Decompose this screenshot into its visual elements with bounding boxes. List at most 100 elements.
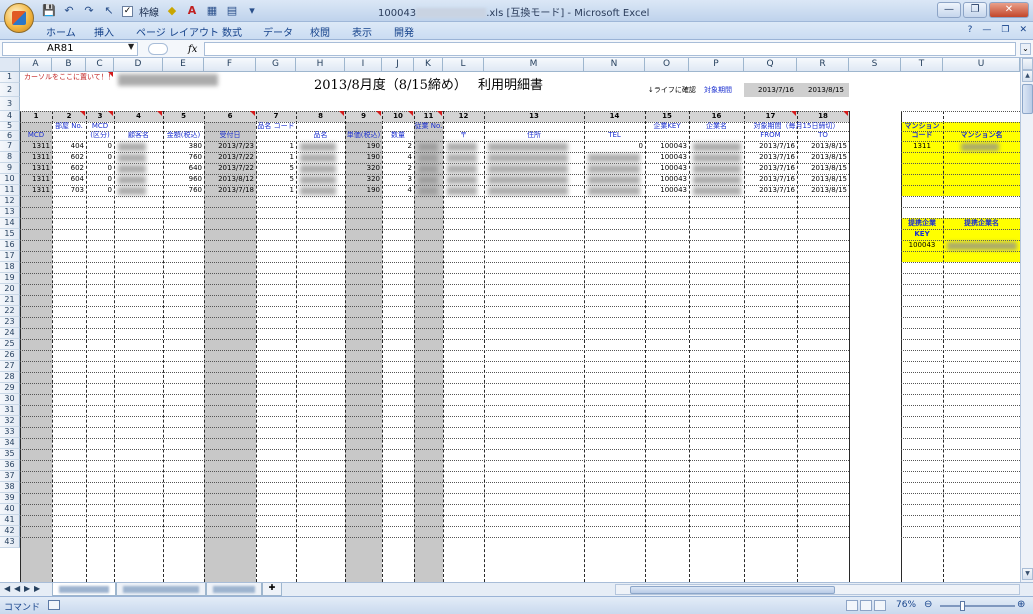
cell-date-10[interactable]: 2013/8/12 (204, 175, 254, 184)
cell-code-7[interactable]: 1 (256, 142, 294, 151)
row-header-23[interactable]: 23 (0, 317, 20, 328)
name-box-dropdown-icon[interactable]: ▼ (128, 42, 134, 51)
pointer-icon[interactable]: ↖ (102, 4, 116, 18)
zoom-slider[interactable] (940, 605, 1015, 607)
cell-mcd-9[interactable]: 1311 (20, 164, 50, 173)
tab-data[interactable]: データ (263, 24, 293, 39)
tab-page-layout[interactable]: ページ レイアウト (136, 24, 219, 39)
scroll-down-icon[interactable]: ▼ (1022, 568, 1033, 580)
cell-unit-8[interactable]: 190 (345, 153, 380, 162)
column-header-f[interactable]: F (204, 58, 256, 72)
row-header-42[interactable]: 42 (0, 526, 20, 537)
row-header-7[interactable]: 7 (0, 141, 20, 152)
column-header-p[interactable]: P (689, 58, 744, 72)
workbook-close-button[interactable]: ✕ (1019, 25, 1027, 35)
cell-mcd2-9[interactable]: 0 (86, 164, 112, 173)
zoom-out-icon[interactable]: ⊖ (924, 599, 932, 610)
first-sheet-icon[interactable]: ◀ (4, 584, 10, 593)
row-header-16[interactable]: 16 (0, 240, 20, 251)
row-header-19[interactable]: 19 (0, 273, 20, 284)
row-header-17[interactable]: 17 (0, 251, 20, 262)
select-all-corner[interactable] (0, 58, 20, 72)
formula-input[interactable] (204, 42, 1016, 56)
prev-sheet-icon[interactable]: ◀ (14, 584, 20, 593)
split-box-icon[interactable] (1022, 58, 1033, 70)
cell-to-8[interactable]: 2013/8/15 (797, 153, 847, 162)
cell-unit-9[interactable]: 320 (345, 164, 380, 173)
sheet-tab-3[interactable] (206, 583, 262, 596)
column-header-o[interactable]: O (645, 58, 689, 72)
cell-qty-7[interactable]: 2 (382, 142, 412, 151)
column-header-b[interactable]: B (52, 58, 86, 72)
zoom-slider-knob[interactable] (960, 601, 965, 611)
row-header-28[interactable]: 28 (0, 372, 20, 383)
cell-to-7[interactable]: 2013/8/15 (797, 142, 847, 151)
customize-qat-icon[interactable]: ▾ (245, 4, 259, 18)
row-header-39[interactable]: 39 (0, 493, 20, 504)
column-header-u[interactable]: U (943, 58, 1020, 72)
page-layout-view-button[interactable] (860, 600, 872, 611)
column-header-m[interactable]: M (484, 58, 584, 72)
row-header-30[interactable]: 30 (0, 394, 20, 405)
cell-mcd2-8[interactable]: 0 (86, 153, 112, 162)
row-header-32[interactable]: 32 (0, 416, 20, 427)
row-header-8[interactable]: 8 (0, 152, 20, 163)
column-header-j[interactable]: J (382, 58, 414, 72)
cell-unit-7[interactable]: 190 (345, 142, 380, 151)
workbook-minimize-button[interactable]: — (982, 25, 991, 35)
tab-review[interactable]: 校閲 (310, 24, 330, 39)
formula-zoom-icon[interactable] (148, 43, 168, 55)
cell-room-10[interactable]: 604 (52, 175, 84, 184)
column-header-c[interactable]: C (86, 58, 114, 72)
column-header-k[interactable]: K (414, 58, 443, 72)
insert-function-icon[interactable]: fx (188, 44, 197, 55)
column-header-i[interactable]: I (345, 58, 382, 72)
cell-date-11[interactable]: 2013/7/18 (204, 186, 254, 195)
row-header-31[interactable]: 31 (0, 405, 20, 416)
column-header-l[interactable]: L (443, 58, 484, 72)
cell-key-9[interactable]: 100043 (645, 164, 687, 173)
row-header-12[interactable]: 12 (0, 196, 20, 207)
row-header-2[interactable]: 2 (0, 83, 20, 97)
row-header-33[interactable]: 33 (0, 427, 20, 438)
cell-key-11[interactable]: 100043 (645, 186, 687, 195)
cell-room-8[interactable]: 602 (52, 153, 84, 162)
column-header-g[interactable]: G (256, 58, 296, 72)
horizontal-scrollbar[interactable] (615, 584, 1020, 595)
column-header-e[interactable]: E (163, 58, 204, 72)
cell-amount-11[interactable]: 760 (163, 186, 202, 195)
scroll-up-icon[interactable]: ▲ (1022, 70, 1033, 82)
save-icon[interactable]: 💾 (42, 4, 56, 18)
cell-date-7[interactable]: 2013/7/23 (204, 142, 254, 151)
cell-key-8[interactable]: 100043 (645, 153, 687, 162)
cell-unit-11[interactable]: 190 (345, 186, 380, 195)
tab-formulas[interactable]: 数式 (222, 24, 242, 39)
row-header-24[interactable]: 24 (0, 328, 20, 339)
row-header-6[interactable]: 6 (0, 131, 20, 141)
name-box[interactable]: AR81 (2, 42, 138, 56)
row-header-35[interactable]: 35 (0, 449, 20, 460)
borders-icon[interactable]: ▦ (205, 4, 219, 18)
font-color-icon[interactable]: A (185, 4, 199, 18)
cell-key-7[interactable]: 100043 (645, 142, 687, 151)
cell-amount-7[interactable]: 380 (163, 142, 202, 151)
horizontal-scroll-thumb[interactable] (630, 586, 835, 594)
row-header-20[interactable]: 20 (0, 284, 20, 295)
cell-tel-7[interactable]: 0 (584, 142, 643, 151)
cell-qty-10[interactable]: 3 (382, 175, 412, 184)
cell-qty-8[interactable]: 4 (382, 153, 412, 162)
cell-to-10[interactable]: 2013/8/15 (797, 175, 847, 184)
cell-code-10[interactable]: 5 (256, 175, 294, 184)
cell-from-11[interactable]: 2013/7/16 (744, 186, 795, 195)
fill-color-icon[interactable]: ◆ (165, 4, 179, 18)
column-header-q[interactable]: Q (744, 58, 797, 72)
row-header-18[interactable]: 18 (0, 262, 20, 273)
restore-button[interactable]: ❐ (963, 2, 987, 18)
cell-amount-10[interactable]: 960 (163, 175, 202, 184)
row-header-40[interactable]: 40 (0, 504, 20, 515)
office-button[interactable] (4, 3, 34, 33)
row-header-22[interactable]: 22 (0, 306, 20, 317)
tab-insert[interactable]: 挿入 (94, 24, 114, 39)
cell-to-9[interactable]: 2013/8/15 (797, 164, 847, 173)
insert-sheet-icon[interactable]: ✚ (262, 583, 282, 596)
